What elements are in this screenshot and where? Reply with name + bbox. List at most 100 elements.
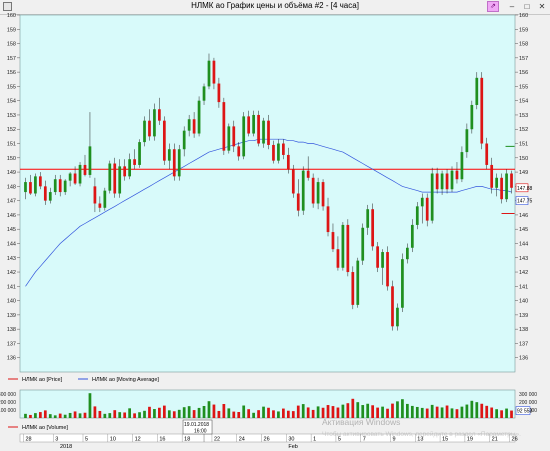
candle-body[interactable] bbox=[48, 192, 52, 201]
candle-body[interactable] bbox=[286, 154, 290, 170]
candle-body[interactable] bbox=[103, 190, 107, 208]
candle-body[interactable] bbox=[391, 286, 394, 327]
candle-body[interactable] bbox=[475, 77, 479, 105]
candle-body[interactable] bbox=[435, 173, 439, 190]
candle-body[interactable] bbox=[217, 83, 221, 103]
candle-body[interactable] bbox=[346, 224, 350, 273]
candle-body[interactable] bbox=[24, 182, 27, 193]
candle-body[interactable] bbox=[34, 176, 37, 194]
candle-body[interactable] bbox=[291, 169, 295, 194]
candle-body[interactable] bbox=[415, 206, 419, 225]
candle-body[interactable] bbox=[158, 109, 161, 121]
candle-body[interactable] bbox=[148, 120, 151, 137]
candle-body[interactable] bbox=[406, 247, 409, 260]
candle-body[interactable] bbox=[222, 102, 226, 151]
price-volume-chart[interactable]: 160 160 159 159 158 158 157 157 156 156 155 155 154 1… bbox=[0, 0, 550, 451]
candle-body[interactable] bbox=[341, 224, 345, 268]
candle-body[interactable] bbox=[63, 180, 67, 193]
candle-body[interactable] bbox=[495, 177, 499, 188]
candle-body[interactable] bbox=[133, 159, 136, 165]
candle-body[interactable] bbox=[118, 166, 122, 194]
candle-body[interactable] bbox=[465, 129, 469, 153]
candle-body[interactable] bbox=[227, 126, 231, 151]
candle-body[interactable] bbox=[262, 120, 265, 144]
candle-body[interactable] bbox=[162, 120, 166, 161]
candle-body[interactable] bbox=[182, 130, 186, 150]
candle-body[interactable] bbox=[237, 146, 241, 157]
candle-body[interactable] bbox=[420, 197, 424, 207]
candle-body[interactable] bbox=[500, 177, 503, 200]
candle-body[interactable] bbox=[381, 252, 384, 268]
candle-body[interactable] bbox=[93, 186, 97, 204]
candle-body[interactable] bbox=[113, 163, 117, 194]
candle-body[interactable] bbox=[252, 114, 255, 134]
candle-body[interactable] bbox=[316, 182, 320, 204]
candle-body[interactable] bbox=[172, 149, 176, 177]
candle-body[interactable] bbox=[386, 252, 389, 287]
candle-body[interactable] bbox=[351, 272, 355, 305]
candle-body[interactable] bbox=[143, 120, 146, 143]
candle-body[interactable] bbox=[306, 170, 310, 178]
candle-body[interactable] bbox=[277, 143, 280, 161]
candle-body[interactable] bbox=[192, 119, 196, 134]
candle-body[interactable] bbox=[460, 152, 464, 180]
candle-body[interactable] bbox=[43, 186, 47, 201]
candle-body[interactable] bbox=[242, 116, 246, 157]
candle-body[interactable] bbox=[232, 126, 236, 147]
candle-body[interactable] bbox=[366, 209, 370, 228]
candle-body[interactable] bbox=[410, 224, 414, 248]
candle-body[interactable] bbox=[38, 176, 42, 187]
candle-body[interactable] bbox=[282, 143, 285, 155]
candle-body[interactable] bbox=[356, 260, 360, 305]
candle-body[interactable] bbox=[202, 86, 206, 101]
candle-body[interactable] bbox=[123, 166, 127, 177]
candle-body[interactable] bbox=[153, 109, 156, 137]
candle-body[interactable] bbox=[450, 170, 454, 190]
candle-body[interactable] bbox=[331, 232, 335, 250]
candle-body[interactable] bbox=[425, 197, 429, 221]
candle-body[interactable] bbox=[73, 173, 77, 184]
candle-body[interactable] bbox=[177, 149, 181, 177]
candle-body[interactable] bbox=[108, 163, 112, 191]
candle-body[interactable] bbox=[212, 60, 216, 84]
candle-body[interactable] bbox=[361, 227, 365, 261]
candle-body[interactable] bbox=[272, 144, 275, 161]
candle-body[interactable] bbox=[83, 164, 87, 175]
candle-body[interactable] bbox=[505, 173, 508, 200]
candle-body[interactable] bbox=[440, 173, 444, 190]
candle-body[interactable] bbox=[78, 164, 82, 184]
candle-body[interactable] bbox=[376, 246, 379, 268]
candle-body[interactable] bbox=[401, 259, 404, 308]
candle-body[interactable] bbox=[430, 173, 434, 221]
candle-body[interactable] bbox=[187, 119, 191, 131]
candle-body[interactable] bbox=[128, 159, 131, 177]
candle-body[interactable] bbox=[58, 179, 62, 193]
candle-body[interactable] bbox=[257, 114, 260, 144]
candle-body[interactable] bbox=[301, 170, 305, 211]
candle-body[interactable] bbox=[88, 146, 92, 175]
candle-body[interactable] bbox=[326, 206, 330, 233]
candle-body[interactable] bbox=[485, 143, 489, 165]
candle-body[interactable] bbox=[296, 193, 300, 211]
candle-body[interactable] bbox=[98, 203, 102, 208]
candle-body[interactable] bbox=[490, 164, 494, 188]
candle-body[interactable] bbox=[445, 173, 449, 190]
candle-body[interactable] bbox=[470, 104, 474, 130]
candle-body[interactable] bbox=[455, 170, 459, 180]
candle-body[interactable] bbox=[311, 177, 315, 204]
candle-body[interactable] bbox=[336, 249, 340, 268]
candle-body[interactable] bbox=[247, 116, 251, 134]
candle-body[interactable] bbox=[68, 173, 72, 181]
candle-body[interactable] bbox=[197, 100, 201, 134]
candle-body[interactable] bbox=[267, 120, 270, 145]
candle-body[interactable] bbox=[480, 77, 484, 144]
candle-body[interactable] bbox=[371, 209, 375, 247]
candle-body[interactable] bbox=[53, 179, 57, 193]
candle-body[interactable] bbox=[510, 173, 513, 188]
candle-body[interactable] bbox=[29, 182, 32, 194]
candle-body[interactable] bbox=[167, 149, 171, 161]
candle-body[interactable] bbox=[207, 60, 211, 87]
candle-body[interactable] bbox=[138, 142, 141, 165]
candle-body[interactable] bbox=[396, 307, 399, 327]
candle-body[interactable] bbox=[321, 182, 325, 207]
